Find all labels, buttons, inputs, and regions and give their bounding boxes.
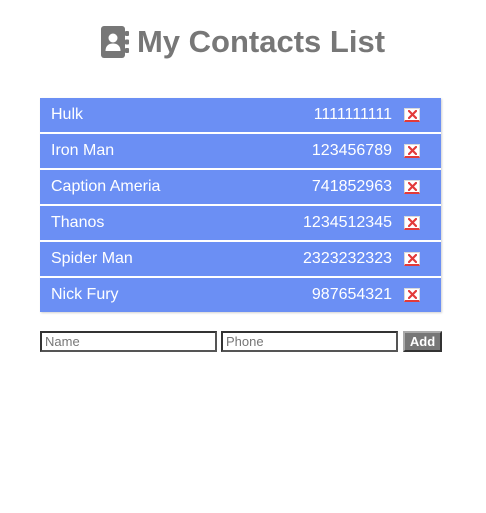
contact-phone: 741852963 <box>311 178 392 195</box>
add-contact-form: Add <box>40 331 442 352</box>
name-input[interactable] <box>40 331 217 352</box>
contact-name: Spider Man <box>51 250 133 267</box>
contact-row: Hulk 1111111111 <box>40 98 441 134</box>
close-icon <box>407 290 417 299</box>
header-inner: My Contacts List <box>100 22 386 62</box>
page-title: My Contacts List <box>136 24 386 59</box>
phone-input[interactable] <box>221 331 398 352</box>
contact-row: Caption Ameria 741852963 <box>40 170 441 206</box>
add-button[interactable]: Add <box>403 331 442 352</box>
delete-contact-button[interactable] <box>404 108 420 122</box>
contact-name: Hulk <box>51 106 84 123</box>
close-icon <box>407 218 417 227</box>
contact-row: Iron Man 123456789 <box>40 134 441 170</box>
contact-name: Nick Fury <box>51 286 119 303</box>
contact-name: Thanos <box>51 214 105 231</box>
contacts-page: My Contacts List Hulk 1111111111 Iron Man 1… <box>0 0 486 513</box>
contact-phone: 987654321 <box>311 286 392 303</box>
page-header: My Contacts List <box>0 22 486 62</box>
delete-contact-button[interactable] <box>404 216 420 230</box>
contact-row: Thanos 1234512345 <box>40 206 441 242</box>
close-icon <box>407 254 417 263</box>
contact-name: Iron Man <box>51 142 115 159</box>
delete-contact-button[interactable] <box>404 144 420 158</box>
delete-contact-button[interactable] <box>404 252 420 266</box>
contact-row: Spider Man 2323232323 <box>40 242 441 278</box>
contact-phone: 1234512345 <box>303 214 392 231</box>
delete-contact-button[interactable] <box>404 288 420 302</box>
delete-contact-button[interactable] <box>404 180 420 194</box>
contact-list: Hulk 1111111111 Iron Man 123456789 Caption A… <box>40 98 441 312</box>
contact-phone: 1111111111 <box>313 106 392 123</box>
close-icon <box>407 110 417 119</box>
close-icon <box>407 146 417 155</box>
contact-name: Caption Ameria <box>51 178 161 195</box>
address-book-icon <box>100 26 129 58</box>
close-icon <box>407 182 417 191</box>
contact-row: Nick Fury 987654321 <box>40 278 441 312</box>
contact-phone: 123456789 <box>311 142 392 159</box>
contact-phone: 2323232323 <box>303 250 392 267</box>
